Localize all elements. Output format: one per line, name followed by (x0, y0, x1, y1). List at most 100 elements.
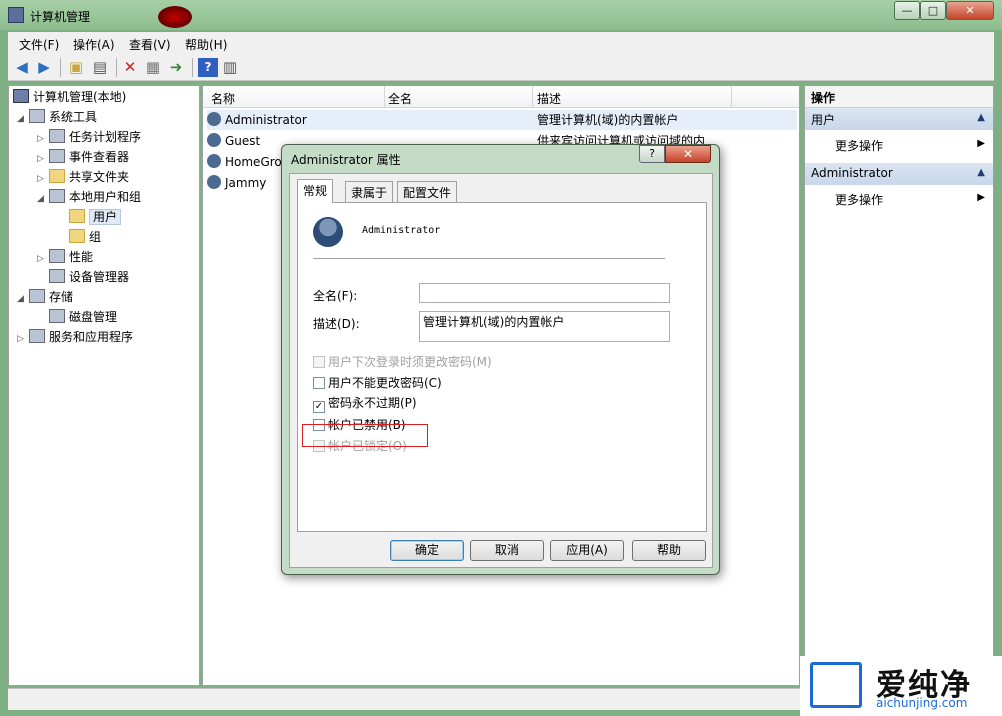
tree-item-groups[interactable]: 组 (69, 228, 101, 246)
section-label: Administrator (811, 166, 893, 180)
menu-action[interactable]: 操作(A) (73, 36, 115, 53)
collapsed-arrow-icon[interactable]: ▷ (37, 170, 49, 188)
fullname-label: 全名(F): (313, 289, 358, 303)
tree-item-users[interactable]: 用户 (69, 208, 122, 226)
storage-icon (29, 289, 45, 303)
toolbar: ◀ ▶ ▣ ▤ ✕ ▦ ➜ ? ▥ (8, 54, 994, 81)
services-icon (29, 329, 45, 343)
actions-title: 操作 (805, 86, 993, 108)
menu-help[interactable]: 帮助(H) (185, 36, 227, 53)
actions-pane: 操作 用户 ▲ 更多操作 ▶ Administrator ▲ 更多操作 ▶ (804, 85, 994, 686)
navigation-tree: 计算机管理(本地) ◢ 系统工具 ▷ 任务计划程序 ▷ 事件查看器 ▷ 共享文件夹 ◢ 本… (8, 85, 200, 686)
column-header-fullname[interactable]: 全名 (388, 90, 412, 107)
users-group-icon (49, 189, 65, 203)
red-blob-icon (158, 6, 192, 28)
tree-label: 任务计划程序 (69, 130, 142, 144)
dialog-help-button[interactable]: ? (639, 145, 665, 163)
menu-view[interactable]: 查看(V) (129, 36, 171, 53)
section-label: 用户 (811, 113, 836, 127)
close-button[interactable]: ✕ (946, 1, 994, 20)
must-change-password-checkbox[interactable]: 用户下次登录时须更改密码(M) (313, 353, 492, 371)
expanded-arrow-icon[interactable]: ◢ (37, 190, 49, 208)
tree-item-shared-folders[interactable]: ▷ 共享文件夹 (37, 168, 129, 186)
toolbar-separator (60, 58, 61, 77)
user-icon (207, 133, 221, 147)
collapsed-arrow-icon[interactable]: ▷ (37, 250, 49, 268)
expanded-arrow-icon[interactable]: ◢ (17, 110, 29, 128)
checkbox-label: 用户不能更改密码(C) (328, 376, 442, 390)
export-icon[interactable]: ➜ (166, 58, 186, 77)
back-icon[interactable]: ◀ (12, 58, 32, 77)
tab-member-of[interactable]: 隶属于 (345, 181, 394, 202)
collapsed-arrow-icon[interactable]: ▷ (37, 150, 49, 168)
maximize-button[interactable]: □ (920, 1, 946, 20)
apply-button[interactable]: 应用(A) (550, 540, 624, 561)
collapse-triangle-icon[interactable]: ▲ (977, 112, 985, 123)
minimize-button[interactable]: — (894, 1, 920, 20)
description-field[interactable]: 管理计算机(域)的内置帐户 (419, 311, 670, 342)
actions-section-users[interactable]: 用户 ▲ (805, 108, 993, 130)
tree-item-performance[interactable]: ▷ 性能 (37, 248, 93, 266)
tree-label: 计算机管理(本地) (33, 90, 127, 104)
dialog-body: 常规 隶属于 配置文件 Administrator 全名(F): 描述(D): … (289, 173, 713, 568)
watermark-logo-icon (810, 662, 862, 708)
help-button[interactable]: 帮助 (632, 540, 706, 561)
expanded-arrow-icon[interactable]: ◢ (17, 290, 29, 308)
more-actions-link[interactable]: 更多操作 (835, 191, 883, 208)
checkbox-box[interactable]: ✓ (313, 401, 325, 413)
user-icon (207, 112, 221, 126)
tree-label-selected: 用户 (89, 209, 122, 225)
folder-icon (69, 229, 85, 243)
dialog-close-button[interactable]: ✕ (665, 145, 711, 163)
collapse-triangle-icon[interactable]: ▲ (977, 167, 985, 178)
event-viewer-icon (49, 149, 65, 163)
tree-label: 服务和应用程序 (49, 330, 134, 344)
menu-file[interactable]: 文件(F) (19, 36, 59, 53)
forward-icon[interactable]: ▶ (34, 58, 54, 77)
tab-general[interactable]: 常规 (297, 179, 334, 203)
list-row[interactable]: Administrator 管理计算机(域)的内置帐户 (207, 110, 797, 130)
tree-label: 性能 (69, 250, 94, 264)
title-bar[interactable]: 计算机管理 — □ ✕ (0, 0, 1002, 30)
user-avatar-icon (313, 217, 343, 247)
checkbox-box[interactable] (313, 356, 325, 368)
more-actions-link[interactable]: 更多操作 (835, 137, 883, 154)
tree-item-event-viewer[interactable]: ▷ 事件查看器 (37, 148, 129, 166)
divider (313, 258, 665, 259)
show-tree-icon[interactable]: ▤ (90, 58, 110, 77)
column-separator[interactable] (731, 86, 732, 108)
password-never-expires-checkbox[interactable]: ✓ 密码永不过期(P) (313, 394, 417, 413)
view-icon[interactable]: ▥ (220, 58, 240, 77)
tree-item-device-manager[interactable]: 设备管理器 (49, 268, 129, 286)
help-icon[interactable]: ? (198, 58, 218, 77)
cannot-change-password-checkbox[interactable]: 用户不能更改密码(C) (313, 374, 442, 392)
collapsed-arrow-icon[interactable]: ▷ (37, 130, 49, 148)
column-header-description[interactable]: 描述 (537, 90, 561, 107)
column-separator[interactable] (384, 86, 385, 108)
up-folder-icon[interactable]: ▣ (66, 58, 86, 77)
tree-item-services-apps[interactable]: ▷ 服务和应用程序 (17, 328, 133, 346)
tree-item-storage[interactable]: ◢ 存储 (17, 288, 73, 306)
actions-section-administrator[interactable]: Administrator ▲ (805, 163, 993, 185)
delete-icon[interactable]: ✕ (120, 58, 140, 77)
computer-icon (13, 89, 29, 103)
tab-profile[interactable]: 配置文件 (397, 181, 458, 202)
watermark: 爱纯净 aichunjing.com (800, 656, 1002, 716)
tree-item-task-scheduler[interactable]: ▷ 任务计划程序 (37, 128, 141, 146)
ok-button[interactable]: 确定 (390, 540, 464, 561)
submenu-arrow-icon: ▶ (977, 192, 985, 203)
user-icon (207, 175, 221, 189)
checkbox-box[interactable] (313, 377, 325, 389)
column-separator[interactable] (532, 86, 533, 108)
tree-item-disk-management[interactable]: 磁盘管理 (49, 308, 117, 326)
tree-item-system-tools[interactable]: ◢ 系统工具 (17, 108, 97, 126)
tree-item-local-users[interactable]: ◢ 本地用户和组 (37, 188, 141, 206)
cancel-button[interactable]: 取消 (470, 540, 544, 561)
properties-dialog: Administrator 属性 ? ✕ 常规 隶属于 配置文件 Adminis… (281, 144, 720, 575)
tree-item-root[interactable]: 计算机管理(本地) (13, 88, 126, 106)
column-header-name[interactable]: 名称 (211, 90, 235, 107)
fullname-field[interactable] (419, 283, 670, 303)
collapsed-arrow-icon[interactable]: ▷ (17, 330, 29, 348)
properties-icon[interactable]: ▦ (143, 58, 163, 77)
description-label: 描述(D): (313, 317, 360, 331)
